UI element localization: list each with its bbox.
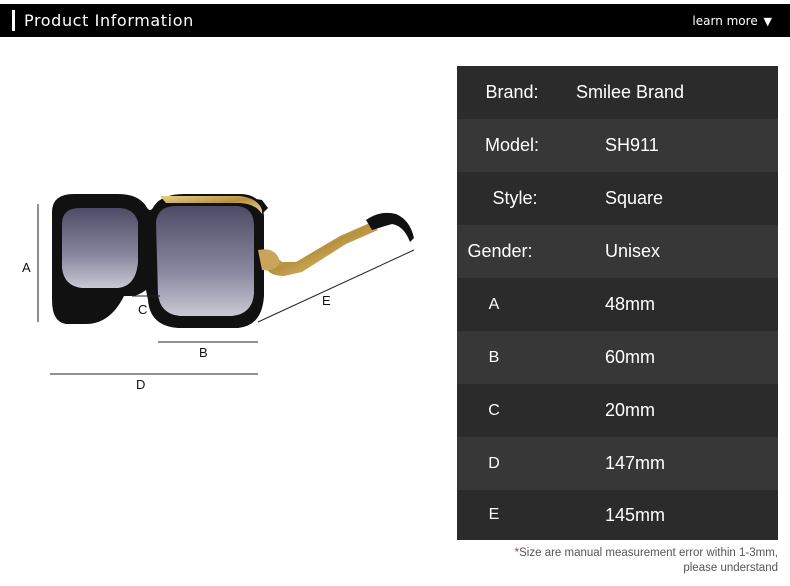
spec-row-c: C 20mm	[457, 384, 778, 437]
spec-value: 20mm	[605, 400, 656, 420]
spec-value: Square	[605, 188, 664, 208]
spec-key: Brand:	[485, 82, 539, 102]
chevron-down-icon: ▼	[763, 15, 772, 28]
temple-tip	[366, 212, 414, 242]
near-temple-gold	[262, 222, 378, 276]
dim-label-c: C	[138, 302, 148, 317]
learn-more-link[interactable]: learn more ▼	[692, 14, 772, 28]
header-bar: Product Information learn more ▼	[0, 4, 790, 37]
spec-row-gender: Gender: Unisex	[457, 225, 778, 278]
note-text-1: Size are manual measurement error within…	[519, 547, 778, 559]
spec-value: 145mm	[605, 504, 666, 525]
dim-label-b: B	[199, 345, 208, 360]
spec-key: E	[488, 506, 500, 523]
dim-label-a: A	[22, 260, 31, 275]
spec-key: Style:	[492, 188, 538, 208]
sunglasses-image	[37, 194, 415, 375]
spec-key: B	[488, 348, 500, 366]
sunglasses-diagram: A C B D E	[0, 40, 440, 420]
spec-value: Smilee Brand	[576, 82, 685, 102]
note-line-1: *Size are manual measurement error withi…	[515, 546, 778, 561]
dim-line-e	[257, 249, 415, 323]
page-title: Product Information	[24, 11, 194, 30]
measurement-note: *Size are manual measurement error withi…	[515, 546, 778, 576]
spec-row-b: B 60mm	[457, 331, 778, 384]
dim-label-e: E	[322, 293, 331, 308]
spec-value: 60mm	[605, 347, 656, 367]
spec-table: Brand: Smilee Brand Model: SH911 Style: …	[457, 66, 778, 540]
learn-more-label: learn more	[692, 14, 758, 28]
spec-value: SH911	[605, 135, 659, 155]
spec-key: A	[488, 295, 500, 313]
note-line-2: please understand	[683, 562, 778, 574]
spec-key: D	[488, 454, 500, 472]
spec-value: 48mm	[605, 294, 656, 314]
dim-label-d: D	[136, 377, 146, 392]
spec-key: C	[488, 401, 500, 419]
spec-row-style: Style: Square	[457, 172, 778, 225]
spec-row-model: Model: SH911	[457, 119, 778, 172]
left-lens	[62, 208, 138, 288]
spec-row-e: E 145mm	[457, 490, 778, 540]
spec-value: 147mm	[605, 453, 666, 473]
spec-value: Unisex	[605, 241, 661, 261]
spec-key: Gender:	[467, 241, 533, 261]
spec-row-d: D 147mm	[457, 437, 778, 490]
spec-row-brand: Brand: Smilee Brand	[457, 66, 778, 119]
spec-key: Model:	[484, 135, 540, 155]
spec-row-a: A 48mm	[457, 278, 778, 331]
right-lens	[156, 206, 254, 316]
header-accent-bar	[12, 10, 15, 31]
